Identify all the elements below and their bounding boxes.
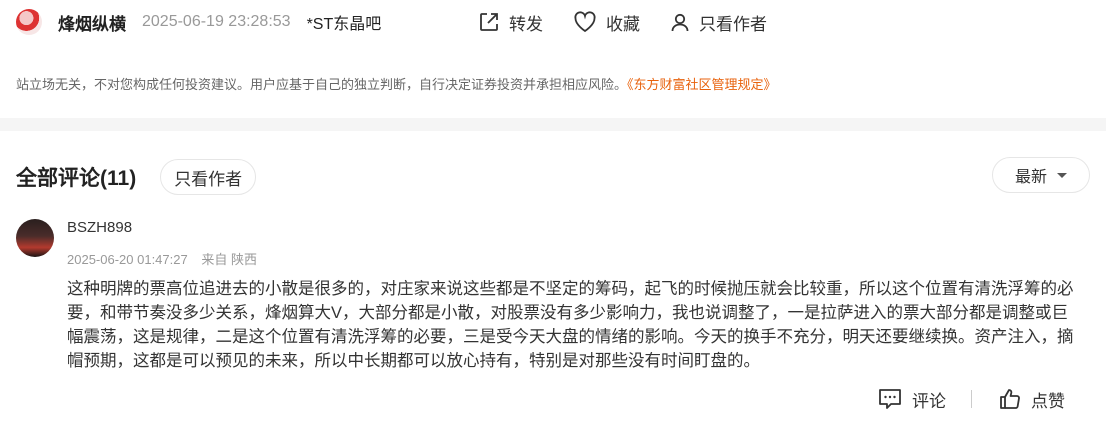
- thumbs-up-icon: [1000, 389, 1020, 409]
- commenter-name[interactable]: BSZH898: [67, 219, 132, 236]
- comment-time: 2025-06-20 01:47:27: [67, 252, 188, 267]
- author-only-toggle[interactable]: 只看作者: [670, 10, 767, 35]
- author-name[interactable]: 烽烟纵横: [58, 10, 126, 35]
- forward-button[interactable]: 转发: [478, 10, 543, 35]
- bar-name[interactable]: *ST东晶吧: [307, 10, 382, 34]
- favorite-button[interactable]: 收藏: [573, 10, 640, 35]
- commenter-avatar[interactable]: [16, 219, 54, 257]
- caret-down-icon: [1057, 172, 1067, 178]
- sort-label: 最新: [1014, 169, 1047, 186]
- comments-title: 全部评论(11): [16, 167, 137, 190]
- author-avatar[interactable]: [16, 9, 42, 35]
- comment-actions: 评论 点赞: [878, 387, 1065, 411]
- comment-text: 这种明牌的票高位追进去的小散是很多的，对庄家来说这些都是不坚定的筹码，起飞的时候…: [67, 280, 1074, 370]
- post-author-row: 烽烟纵横 2025-06-19 23:28:53 *ST东晶吧 转发 收藏 只看…: [16, 6, 1096, 38]
- community-rules-link[interactable]: 《东方财富社区管理规定》: [627, 77, 777, 92]
- disclaimer-text: 站立场无关，不对您构成任何投资建议。用户应基于自己的独立判断，自行决定证券投资并…: [16, 77, 628, 92]
- user-icon: [671, 13, 689, 32]
- reply-label: 评论: [912, 391, 946, 411]
- like-label: 点赞: [1031, 391, 1065, 411]
- post-card: 烽烟纵横 2025-06-19 23:28:53 *ST东晶吧 转发 收藏 只看…: [0, 0, 1106, 118]
- share-icon: [480, 13, 498, 31]
- comment-meta: 2025-06-20 01:47:27 来自 陕西: [67, 249, 267, 268]
- comments-header: 全部评论(11) 只看作者 最新: [16, 157, 1090, 197]
- like-button[interactable]: 点赞: [999, 387, 1065, 412]
- action-divider: [971, 390, 972, 408]
- reply-button[interactable]: 评论: [878, 387, 946, 412]
- author-only-label: 只看作者: [699, 14, 767, 34]
- comments-section: 全部评论(11) 只看作者 最新 BSZH898 2025-06-20 01:4…: [0, 131, 1106, 429]
- favorite-label: 收藏: [606, 14, 640, 34]
- disclaimer: 站立场无关，不对您构成任何投资建议。用户应基于自己的独立判断，自行决定证券投资并…: [16, 74, 777, 93]
- forward-label: 转发: [509, 14, 543, 34]
- sort-dropdown[interactable]: 最新: [992, 157, 1090, 193]
- post-actions: 转发 收藏 只看作者: [478, 6, 797, 38]
- heart-icon: [574, 11, 596, 33]
- comment-icon: [879, 389, 901, 409]
- comment-location: 来自 陕西: [201, 252, 257, 267]
- post-time: 2025-06-19 23:28:53: [142, 13, 291, 30]
- comments-author-only-button[interactable]: 只看作者: [160, 159, 257, 195]
